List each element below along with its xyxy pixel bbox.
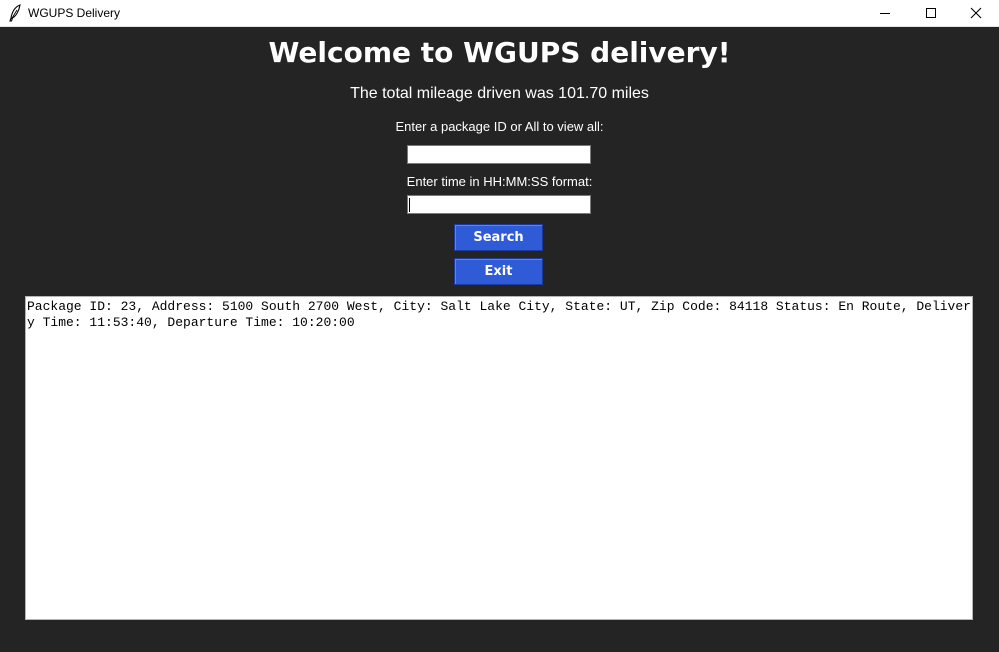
package-id-label: Enter a package ID or All to view all: <box>395 119 604 134</box>
maximize-button[interactable] <box>908 0 954 26</box>
text-cursor <box>409 198 410 212</box>
results-textbox[interactable]: Package ID: 23, Address: 5100 South 2700… <box>25 296 973 620</box>
title-bar[interactable]: WGUPS Delivery <box>0 0 999 27</box>
time-label: Enter time in HH:MM:SS format: <box>406 174 593 189</box>
time-input[interactable] <box>407 195 591 214</box>
search-button[interactable]: Search <box>454 224 543 251</box>
exit-button[interactable]: Exit <box>454 258 543 285</box>
close-icon <box>970 7 982 19</box>
minimize-icon <box>879 7 891 19</box>
page-title: Welcome to WGUPS delivery! <box>268 36 731 69</box>
maximize-icon <box>925 7 937 19</box>
minimize-button[interactable] <box>862 0 908 26</box>
window-title: WGUPS Delivery <box>28 6 121 20</box>
mileage-text: The total mileage driven was 101.70 mile… <box>350 85 649 102</box>
main-window: Welcome to WGUPS delivery! The total mil… <box>0 27 999 652</box>
package-id-input[interactable] <box>407 145 591 164</box>
results-text: Package ID: 23, Address: 5100 South 2700… <box>27 299 971 330</box>
close-button[interactable] <box>953 0 999 26</box>
feather-icon <box>8 4 22 22</box>
